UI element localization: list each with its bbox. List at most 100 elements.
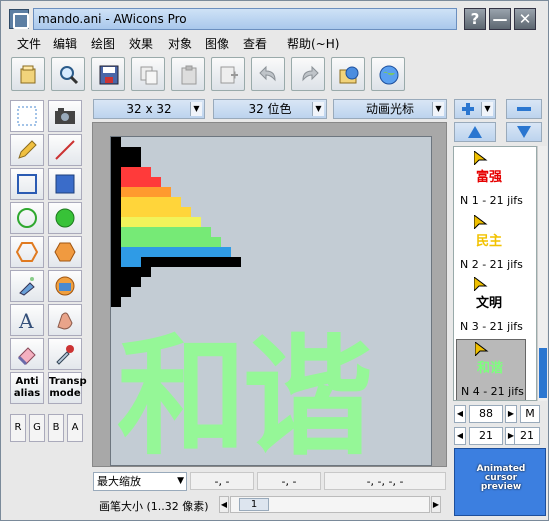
smudge-tool[interactable] <box>48 304 82 336</box>
frame-item-2[interactable]: 民主 N 2 - 21 jifs <box>456 213 526 275</box>
window-title: mando.ani - AWicons Pro <box>38 12 187 26</box>
frame-list-scrollbar[interactable] <box>537 146 547 401</box>
redo-icon <box>302 65 319 82</box>
rate-left-arrow[interactable]: ◀ <box>454 427 466 445</box>
cursor-folder-icon <box>339 66 359 84</box>
slider-right-arrow[interactable]: ▶ <box>431 496 441 513</box>
transparency-mode-toggle[interactable]: Transp mode <box>48 372 87 404</box>
search-icon <box>60 66 79 85</box>
save-button[interactable] <box>91 57 125 91</box>
channel-a[interactable]: A <box>67 414 83 442</box>
copy-icon <box>140 66 158 85</box>
channel-g[interactable]: G <box>29 414 45 442</box>
cursor-thumb-icon <box>475 342 489 356</box>
new-frame-button[interactable] <box>211 57 245 91</box>
redo-button[interactable] <box>291 57 325 91</box>
zoom-select[interactable]: 最大缩放 ▼ <box>93 472 187 491</box>
pen-size-slider[interactable]: 1 <box>230 496 430 513</box>
app-logo-icon[interactable] <box>9 9 29 29</box>
canvas-area: 和谐 <box>92 122 447 467</box>
copy-button[interactable] <box>131 57 165 91</box>
add-frame-button[interactable]: ▼ <box>454 99 496 119</box>
move-frame-down-button[interactable] <box>506 122 542 142</box>
cursor-type-select[interactable]: 动画光标 ▼ <box>333 99 447 119</box>
hexagon-icon <box>16 242 38 262</box>
menu-file[interactable]: 文件 <box>17 34 41 54</box>
color-picker-tool[interactable] <box>48 338 82 370</box>
filled-polygon-tool[interactable] <box>48 236 82 268</box>
color-depth-select[interactable]: 32 位色 ▼ <box>213 99 327 119</box>
undo-icon <box>259 65 276 82</box>
text-tool[interactable]: A <box>10 304 44 336</box>
scroll-thumb[interactable] <box>539 348 547 398</box>
camera-tool[interactable] <box>48 100 82 132</box>
close-button[interactable]: ✕ <box>514 8 536 30</box>
polygon-tool[interactable] <box>10 236 44 268</box>
eraser-tool[interactable] <box>10 338 44 370</box>
undo-button[interactable] <box>251 57 285 91</box>
frame-item-1[interactable]: 富强 N 1 - 21 jifs <box>456 149 526 211</box>
antialias-toggle[interactable]: Anti alias <box>10 372 44 404</box>
spray-tool[interactable] <box>10 270 44 302</box>
channel-b[interactable]: B <box>48 414 64 442</box>
canvas-text: 和谐 <box>117 321 373 466</box>
frame-rate-input[interactable]: 21 <box>514 427 540 445</box>
line-tool[interactable] <box>48 134 82 166</box>
filled-ellipse-icon <box>55 208 75 228</box>
open-button[interactable] <box>11 57 45 91</box>
depth-value: 32 位色 <box>248 102 292 116</box>
size-value: 32 x 32 <box>126 102 172 116</box>
channel-r[interactable]: R <box>10 414 26 442</box>
web-button[interactable] <box>371 57 405 91</box>
text-icon: A <box>18 309 34 331</box>
drawing-canvas[interactable]: 和谐 <box>110 136 432 466</box>
frame-item-3[interactable]: 文明 N 3 - 21 jifs <box>456 275 526 337</box>
preview-text: Animated cursor preview <box>476 464 526 492</box>
frame-item-4[interactable]: 和谐 N 4 - 21 jifs <box>456 339 526 400</box>
plus-icon <box>462 103 474 115</box>
size-select[interactable]: 32 x 32 ▼ <box>93 99 205 119</box>
pen-size-thumb[interactable]: 1 <box>239 498 269 511</box>
minimize-button[interactable]: — <box>489 8 511 30</box>
ellipse-tool[interactable] <box>10 202 44 234</box>
zoom-right-arrow[interactable]: ▶ <box>505 405 517 423</box>
save-icon <box>99 65 119 85</box>
filled-rectangle-tool[interactable] <box>48 168 82 200</box>
frame-rate-box[interactable]: 21 <box>469 427 503 445</box>
eraser-icon <box>17 347 36 365</box>
zoom-value-box[interactable]: 88 <box>469 405 503 423</box>
search-button[interactable] <box>51 57 85 91</box>
help-button[interactable]: ? <box>464 8 486 30</box>
menu-object[interactable]: 对象 <box>168 34 192 54</box>
zoom-left-arrow[interactable]: ◀ <box>454 405 466 423</box>
menu-edit[interactable]: 编辑 <box>53 34 77 54</box>
menu-effects[interactable]: 效果 <box>129 34 153 54</box>
m-button[interactable]: M <box>520 405 540 423</box>
rectangle-tool[interactable] <box>10 168 44 200</box>
frame-label: N 2 - 21 jifs <box>460 258 523 271</box>
menu-help[interactable]: 帮助(~H) <box>287 34 339 54</box>
select-tool[interactable] <box>10 100 44 132</box>
frame-label: N 3 - 21 jifs <box>460 320 523 333</box>
status-size: -, - <box>257 472 321 490</box>
arrow-down-icon <box>517 126 531 138</box>
pencil-tool[interactable] <box>10 134 44 166</box>
menu-draw[interactable]: 绘图 <box>91 34 115 54</box>
slider-left-arrow[interactable]: ◀ <box>219 496 229 513</box>
remove-frame-button[interactable] <box>506 99 542 119</box>
fill-tool[interactable] <box>48 270 82 302</box>
pen-size-label: 画笔大小 (1..32 像素) <box>99 500 209 513</box>
filled-ellipse-tool[interactable] <box>48 202 82 234</box>
pencil-icon <box>18 140 37 159</box>
frame-label: N 1 - 21 jifs <box>460 194 523 207</box>
cursor-library-button[interactable] <box>331 57 365 91</box>
move-frame-up-button[interactable] <box>454 122 496 142</box>
menu-bar: 文件 编辑 绘图 效果 对象 图像 查看 帮助(~H) <box>7 34 544 54</box>
menu-view[interactable]: 查看 <box>243 34 267 54</box>
menu-image[interactable]: 图像 <box>205 34 229 54</box>
frame-list: 富强 N 1 - 21 jifs 民主 N 2 - 21 jifs 文明 N 3… <box>453 146 537 401</box>
chevron-down-icon: ▼ <box>177 476 184 486</box>
frame-name: 富强 <box>476 170 503 185</box>
frame-name: 民主 <box>476 234 503 249</box>
paste-button[interactable] <box>171 57 205 91</box>
